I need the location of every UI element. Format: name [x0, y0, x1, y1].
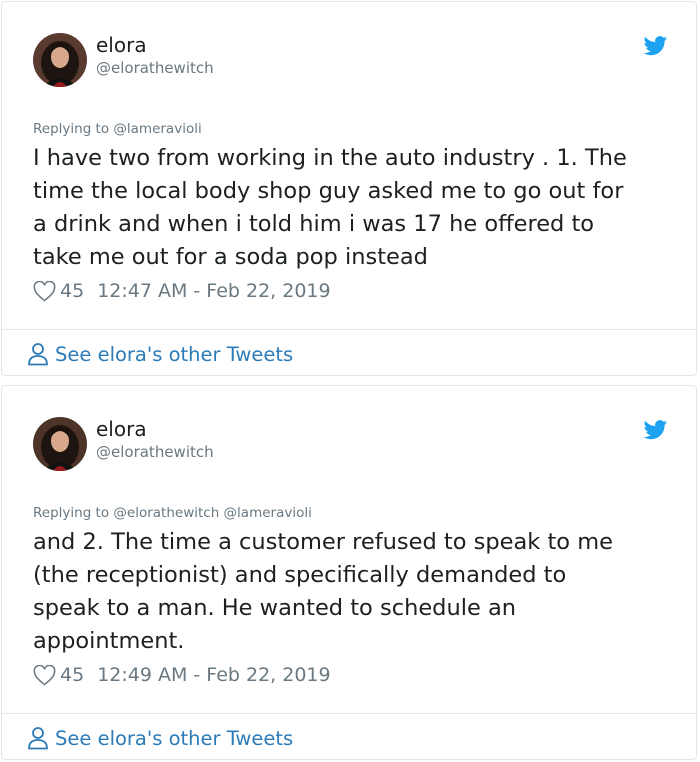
- timestamp[interactable]: 12:47 AM - Feb 22, 2019: [97, 280, 330, 302]
- divider: [2, 713, 696, 714]
- see-other-tweets-link[interactable]: See elora's other Tweets: [27, 724, 293, 752]
- like-count[interactable]: 45: [60, 280, 84, 302]
- avatar[interactable]: [33, 417, 87, 471]
- heart-icon[interactable]: [33, 280, 56, 302]
- person-icon: [28, 727, 48, 750]
- divider: [2, 329, 696, 330]
- user-handle[interactable]: @elorathewitch: [96, 442, 214, 462]
- display-name[interactable]: elora: [96, 32, 147, 58]
- tweet-meta: 45 12:47 AM - Feb 22, 2019: [33, 278, 331, 304]
- tweet-text: I have two from working in the auto indu…: [33, 145, 627, 270]
- display-name[interactable]: elora: [96, 416, 147, 442]
- twitter-bird-icon[interactable]: [643, 36, 668, 56]
- timestamp[interactable]: 12:49 AM - Feb 22, 2019: [97, 664, 330, 686]
- like-count[interactable]: 45: [60, 664, 84, 686]
- heart-icon[interactable]: [33, 664, 56, 686]
- tweet-card: elora @elorathewitch Replying to @elorat…: [1, 385, 697, 760]
- tweet-text: and 2. The time a customer refused to sp…: [33, 529, 613, 654]
- user-handle[interactable]: @elorathewitch: [96, 58, 214, 78]
- replying-to[interactable]: Replying to @lameravioli: [33, 119, 202, 139]
- see-other-tweets-label[interactable]: See elora's other Tweets: [55, 727, 293, 750]
- see-other-tweets-label[interactable]: See elora's other Tweets: [55, 343, 293, 366]
- replying-to[interactable]: Replying to @elorathewitch @lameravioli: [33, 503, 312, 523]
- tweet-meta: 45 12:49 AM - Feb 22, 2019: [33, 662, 331, 688]
- twitter-bird-icon[interactable]: [643, 420, 668, 440]
- tweet-card: elora @elorathewitch Replying to @lamera…: [1, 1, 697, 376]
- avatar[interactable]: [33, 33, 87, 87]
- see-other-tweets-link[interactable]: See elora's other Tweets: [27, 340, 293, 368]
- person-icon: [28, 343, 48, 366]
